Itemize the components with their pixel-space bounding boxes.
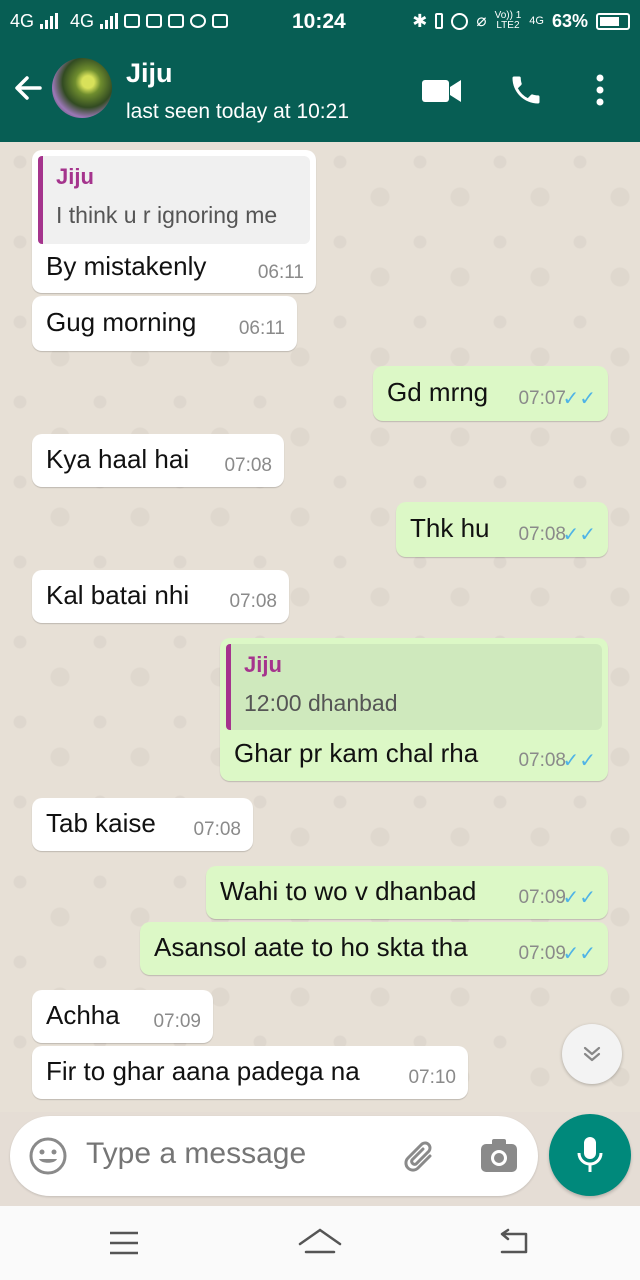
read-ticks-icon: ✓✓	[562, 943, 596, 965]
signal-icon-2	[100, 13, 119, 29]
message-bubble-incoming[interactable]: Achha 07:09	[32, 990, 213, 1043]
quoted-message[interactable]: Jiju I think u r ignoring me	[38, 156, 310, 244]
message-text: Thk hu	[410, 513, 490, 543]
system-nav-bar	[0, 1206, 640, 1280]
chat-area[interactable]: Jiju I think u r ignoring me By mistaken…	[0, 142, 640, 1112]
quoted-text: 12:00 dhanbad	[244, 690, 398, 716]
message-text: Wahi to wo v dhanbad	[220, 876, 477, 906]
lte-text: LTE2	[496, 20, 520, 31]
emoji-icon[interactable]	[28, 1136, 68, 1181]
mail-icon	[146, 14, 163, 28]
message-time: 07:09	[153, 1011, 201, 1032]
message-text: Kya haal hai	[46, 444, 190, 474]
message-bubble-incoming[interactable]: Jiju I think u r ignoring me By mistaken…	[32, 150, 316, 293]
volte-label: Vo)) 1 LTE2	[495, 11, 522, 31]
arrow-back-icon[interactable]	[12, 72, 44, 109]
message-time: 07:09	[518, 943, 566, 964]
message-text: Fir to ghar aana padega na	[46, 1056, 360, 1086]
message-text: Kal batai nhi	[46, 580, 190, 610]
dnd-icon: ⌀	[476, 11, 487, 30]
message-bubble-outgoing[interactable]: Gd mrng 07:07 ✓✓	[373, 366, 608, 421]
message-time: 07:09	[518, 887, 566, 908]
message-time: 07:08	[193, 819, 241, 840]
message-bubble-outgoing[interactable]: Thk hu 07:08 ✓✓	[396, 502, 608, 557]
scroll-to-bottom-button[interactable]	[562, 1024, 622, 1084]
message-time: 07:10	[408, 1067, 456, 1088]
message-bubble-incoming[interactable]: Gug morning 06:11	[32, 296, 297, 351]
vpn-icon	[124, 14, 141, 28]
youtube-icon	[168, 14, 185, 28]
message-bubble-outgoing[interactable]: Asansol aate to ho skta tha 07:09 ✓✓	[140, 922, 608, 975]
message-time: 06:11	[238, 318, 285, 339]
mic-icon	[577, 1137, 603, 1172]
gallery-icon	[212, 14, 229, 28]
quoted-text: I think u r ignoring me	[56, 202, 278, 228]
message-time: 07:08	[229, 591, 277, 612]
message-composer	[10, 1116, 538, 1196]
message-time: 07:08	[518, 524, 566, 545]
message-text: Gug morning	[46, 307, 197, 337]
chat-header: Jiju last seen today at 10:21	[0, 42, 640, 142]
message-time: 06:11	[257, 262, 304, 283]
network-label-2: 4G	[70, 10, 95, 31]
alarm-icon	[451, 12, 469, 30]
contact-name[interactable]: Jiju	[126, 58, 173, 89]
bluetooth-icon: ✱	[412, 10, 428, 31]
camera-icon[interactable]	[480, 1138, 518, 1179]
message-bubble-incoming[interactable]: Kal batai nhi 07:08	[32, 570, 289, 623]
vibrate-icon	[435, 13, 444, 29]
message-text: Ghar pr kam chal rha	[234, 738, 479, 768]
signal-icon	[40, 13, 59, 29]
message-time: 07:08	[224, 455, 272, 476]
read-ticks-icon: ✓✓	[562, 887, 596, 909]
nav-back-icon[interactable]	[496, 1228, 532, 1263]
read-ticks-icon: ✓✓	[562, 524, 596, 546]
alarm-notification-icon	[190, 14, 207, 28]
message-bubble-outgoing[interactable]: Wahi to wo v dhanbad 07:09 ✓✓	[206, 866, 608, 919]
message-bubble-outgoing[interactable]: Jiju 12:00 dhanbad Ghar pr kam chal rha …	[220, 638, 608, 781]
message-time: 07:07	[518, 388, 566, 409]
quoted-sender: Jiju	[56, 164, 94, 189]
message-input[interactable]	[86, 1134, 386, 1174]
avatar[interactable]	[52, 58, 112, 118]
read-ticks-icon: ✓✓	[562, 750, 596, 772]
message-text: Asansol aate to ho skta tha	[154, 932, 468, 962]
status-bar: 4G 4G 10:24 ✱ ⌀ Vo)) 1 LTE2 4G 63%	[0, 0, 640, 42]
message-bubble-incoming[interactable]: Kya haal hai 07:08	[32, 434, 284, 487]
paperclip-icon[interactable]	[400, 1136, 440, 1181]
phone-icon[interactable]	[508, 72, 544, 113]
message-bubble-incoming[interactable]: Fir to ghar aana padega na 07:10	[32, 1046, 468, 1099]
mic-button[interactable]	[549, 1114, 631, 1196]
net-small-label: 4G	[529, 15, 544, 27]
status-left: 4G 4G	[10, 11, 412, 32]
quoted-sender: Jiju	[244, 652, 282, 677]
read-ticks-icon: ✓✓	[562, 388, 596, 410]
nav-menu-icon[interactable]	[108, 1230, 140, 1261]
status-right: ✱ ⌀ Vo)) 1 LTE2 4G 63%	[412, 11, 630, 32]
message-text: By mistakenly	[46, 251, 207, 281]
network-label-1: 4G	[10, 10, 35, 31]
message-text: Gd mrng	[387, 377, 489, 407]
message-text: Tab kaise	[46, 808, 156, 838]
clock: 10:24	[292, 10, 346, 33]
battery-icon	[596, 12, 630, 30]
quoted-message[interactable]: Jiju 12:00 dhanbad	[226, 644, 602, 730]
message-text: Achha	[46, 1000, 120, 1030]
last-seen[interactable]: last seen today at 10:21	[126, 100, 349, 124]
message-bubble-incoming[interactable]: Tab kaise 07:08	[32, 798, 253, 851]
more-vert-icon[interactable]	[592, 72, 608, 113]
battery-percent: 63%	[551, 10, 588, 31]
chevron-double-down-icon	[583, 1046, 601, 1062]
video-call-icon[interactable]	[422, 78, 462, 109]
nav-home-icon[interactable]	[298, 1226, 342, 1263]
message-time: 07:08	[518, 750, 566, 771]
